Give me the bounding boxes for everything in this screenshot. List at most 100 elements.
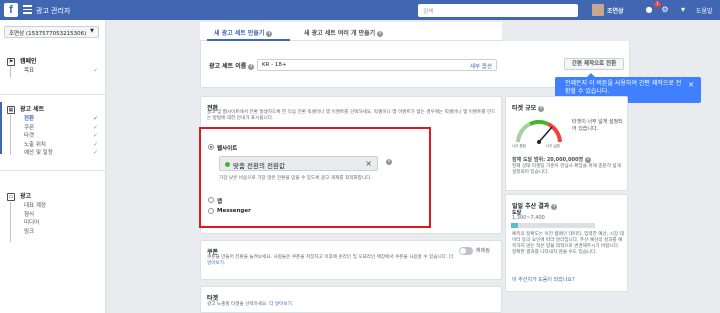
sidebar-item-objective[interactable]: 목표 ✓	[0, 67, 106, 76]
info-icon[interactable]: i	[377, 30, 384, 37]
audience-title-text: 타겟 규모	[512, 105, 537, 112]
account-label: 조연상 (1537577053215306)	[9, 31, 87, 37]
estimate-reach-range: 1,300~7,400	[512, 215, 545, 221]
status-dot-icon	[225, 162, 230, 167]
sidebar-item-media[interactable]: 미디어	[0, 219, 106, 228]
search-input[interactable]: 검색	[418, 4, 578, 17]
reach-label: 잠재 도달 범위: 20,000,000명 i	[512, 156, 592, 163]
sidebar-item-label: 형식	[24, 211, 35, 218]
close-icon[interactable]: ✕	[688, 81, 694, 89]
sidebar-item-label: 전환	[24, 116, 35, 122]
conversion-event-selector[interactable]: 맞춤 전환의 전환값 ×	[219, 156, 378, 171]
sidebar-item-target[interactable]: 타겟 ✓	[0, 132, 106, 141]
sidebar-item-label: 링크	[24, 228, 35, 235]
sidebar-item-coupon[interactable]: 쿠폰 ✓	[0, 124, 106, 133]
sidebar-item-adset[interactable]: ▦ 광고 세트	[0, 104, 106, 115]
conversion-event-value: 맞춤 전환의 전환값	[233, 162, 285, 170]
check-icon: ✓	[92, 115, 98, 122]
sidebar-item-label: 쿠폰	[24, 124, 35, 131]
detail-options-link[interactable]: 세부 옵션	[470, 62, 492, 70]
estimate-description: 예측의 정확도는 이전 캠페인 데이터, 입력한 예산, 시장 데이터 등의 요…	[512, 232, 624, 255]
sidebar-section-adset: ▦ 광고 세트 전환 ✓ 쿠폰 ✓ 타겟 ✓ 노출 위치 ✓ 예산 및 일정 ✓	[0, 104, 106, 158]
adset-name-input[interactable]: KR - 18+ 세부 옵션	[257, 59, 497, 71]
learn-more-link[interactable]: 더 알아보기.	[269, 302, 293, 307]
info-icon[interactable]: i	[585, 156, 592, 163]
nav-connector	[10, 66, 11, 78]
flag-icon: ⚑	[7, 58, 15, 66]
coupon-card: 쿠폰 쿠폰을 만들어 전환을 늘려보세요. 사람들은 쿠폰을 저장하고 이후에 …	[200, 240, 502, 280]
sidebar-section-ad: ▭ 광고 대표 계정 형식 미디어 링크	[0, 191, 106, 236]
sidebar: 조연상 (1537577053215306) ▼ ⚑ 캠페인 목표 ✓ ▦ 광고…	[0, 20, 106, 313]
audience-title: 타겟 규모 i	[512, 103, 545, 112]
settings-icon[interactable]: ⚙	[660, 5, 670, 15]
messenger-radio[interactable]	[208, 208, 214, 214]
quick-create-button[interactable]: 간편 제작으로 전환	[564, 58, 624, 70]
tab-multiple-adsets[interactable]: 새 광고 세트 여러 개 만들기 i	[304, 28, 384, 37]
adset-tabs: 새 광고 세트 만들기 i 새 광고 세트 여러 개 만들기 i	[200, 22, 502, 41]
daily-estimate-card: 일일 추산 결과 i 도달 1,300~7,400 예측의 정확도는 이전 캠페인…	[505, 194, 628, 292]
ad-icon: ▭	[7, 193, 15, 201]
tab-label: 새 광고 세트 만들기	[214, 30, 265, 37]
sidebar-item-placement[interactable]: 노출 위치 ✓	[0, 141, 106, 150]
tab-new-adset[interactable]: 새 광고 세트 만들기 i	[214, 28, 273, 37]
gauge-low-label: 너무 좁음	[512, 144, 526, 148]
app-radio[interactable]	[208, 197, 214, 203]
website-radio[interactable]	[208, 144, 214, 150]
sidebar-item-budget[interactable]: 예산 및 일정 ✓	[0, 149, 106, 158]
tab-label: 새 광고 세트 여러 개 만들기	[304, 30, 376, 37]
info-icon[interactable]: i	[266, 30, 273, 37]
website-label: 웹사이트	[217, 146, 238, 152]
adset-name-label: 광고 세트 이름 i	[209, 61, 255, 70]
reach-description: 현재 상태 타겟팅 기준이 관심사 확장을 위해 충분히 넓게 설정되어 있습니…	[512, 164, 621, 175]
account-selector[interactable]: 조연상 (1537577053215306) ▼	[4, 26, 99, 38]
reach-label-text: 잠재 도달 범위: 20,000,000명	[512, 157, 584, 163]
check-icon: ✓	[92, 132, 98, 139]
audience-size-card: 타겟 규모 i 너무 좁음 너무 넓음 타겟이 너무 넓게 설정되어 있습니다. …	[505, 96, 628, 191]
audience-status: 타겟이 너무 넓게 설정되어 있습니다.	[572, 119, 623, 132]
chevron-down-icon[interactable]: ▾	[678, 5, 688, 15]
facebook-logo-icon[interactable]: f	[4, 3, 18, 17]
help-link[interactable]: 도움말	[696, 6, 713, 15]
sidebar-item-ad[interactable]: ▭ 광고	[0, 191, 106, 202]
sidebar-item-format[interactable]: 형식	[0, 211, 106, 220]
estimate-progress-bar	[511, 223, 595, 228]
hamburger-menu-icon[interactable]	[23, 5, 32, 14]
info-icon[interactable]: i	[551, 203, 558, 210]
check-icon: ✓	[92, 123, 98, 131]
divider	[0, 170, 106, 171]
sidebar-item-label: 예산 및 일정	[24, 150, 53, 156]
input-value: KR - 18+	[262, 62, 287, 68]
notifications-icon[interactable]: ●	[644, 5, 654, 15]
info-icon[interactable]: i	[386, 159, 392, 165]
check-icon: ✓	[92, 149, 98, 156]
sidebar-item-identity[interactable]: 대표 계정	[0, 202, 106, 211]
user-name[interactable]: 조연상	[607, 6, 624, 15]
app-title[interactable]: 광고 관리자	[36, 6, 70, 16]
label-text: 광고 세트 이름	[209, 63, 247, 70]
target-description-text: 광고 노출할 타겟을 선택하세요.	[207, 302, 268, 307]
sidebar-ad-label: 광고	[20, 193, 32, 200]
avatar[interactable]	[592, 4, 604, 16]
coupon-toggle[interactable]	[459, 247, 473, 255]
sidebar-item-label: 목표	[24, 68, 35, 74]
coupon-description-text: 쿠폰을 만들어 전환을 늘려보세요. 사람들은 쿠폰을 저장하고 이후에 온라인…	[207, 255, 448, 260]
sidebar-item-link[interactable]: 링크	[0, 228, 106, 237]
helpful-feedback-link[interactable]: 이 추산치가 도움이 되었나요?	[512, 276, 575, 283]
sidebar-item-campaign[interactable]: ⚑ 캠페인	[0, 56, 106, 67]
gauge-high-label: 너무 넓음	[546, 144, 560, 148]
sidebar-section-campaign: ⚑ 캠페인 목표 ✓	[0, 56, 106, 76]
target-description: 광고 노출할 타겟을 선택하세요. 더 알아보기.	[207, 301, 293, 308]
coupon-toggle-label: 해제됨	[476, 248, 490, 254]
check-icon: ✓	[92, 67, 98, 74]
conversion-description: 광고 및 웹사이트에서 전환 발생하도록 한 다음 전환 픽셀이나 앱 이벤트를…	[207, 110, 496, 121]
check-icon: ✓	[92, 140, 98, 148]
clear-icon[interactable]: ×	[365, 159, 372, 168]
conversion-event-hint: 가장 낮은 비용으로 가장 많은 전환을 얻을 수 있도록 광고 게재를 최적화…	[219, 176, 372, 181]
sidebar-item-conversion[interactable]: 전환 ✓	[0, 115, 106, 124]
info-icon[interactable]: i	[248, 63, 255, 70]
info-icon[interactable]: i	[538, 105, 545, 112]
chevron-down-icon: ▼	[90, 28, 94, 34]
app-label: 앱	[217, 199, 223, 205]
audience-gauge-icon	[516, 120, 562, 144]
sidebar-adset-label: 광고 세트	[20, 106, 45, 113]
